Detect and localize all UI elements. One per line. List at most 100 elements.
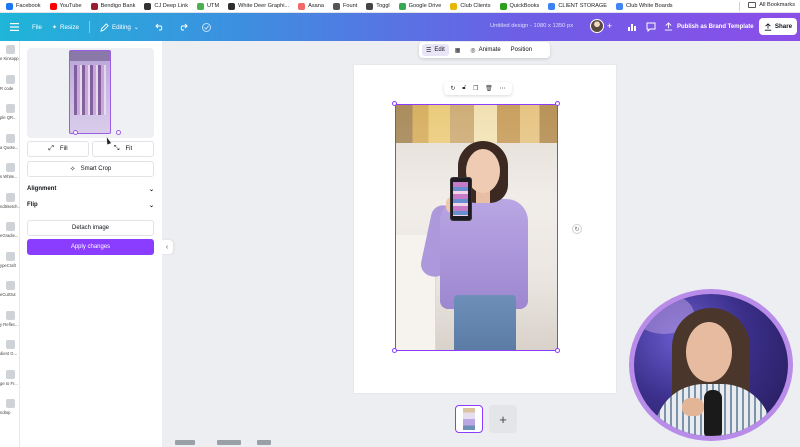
bookmark-item[interactable]: White Deer Graphi...: [228, 2, 289, 10]
sliders-icon: ☰: [426, 47, 432, 54]
edit-button[interactable]: ☰ Edit: [422, 44, 449, 56]
folder-icon: [748, 2, 757, 8]
bookmark-item[interactable]: Club White Boards: [615, 2, 673, 10]
add-collaborator-icon[interactable]: +: [607, 21, 612, 31]
position-button[interactable]: Position: [507, 44, 536, 56]
bookmark-item[interactable]: Asana: [298, 2, 324, 10]
timer-control[interactable]: [217, 440, 241, 445]
bottom-control[interactable]: [257, 440, 271, 445]
collapse-panel-button[interactable]: ‹: [161, 240, 173, 254]
rail-app-item[interactable]: eGradie...: [0, 222, 20, 238]
rail-app-label: a Quote...: [0, 144, 19, 150]
bookmark-item[interactable]: Facebook: [6, 2, 41, 10]
all-bookmarks-label: All Bookmarks: [759, 2, 795, 8]
bookmark-label: UTM: [207, 3, 220, 9]
rail-app-item[interactable]: ndtop: [0, 399, 20, 415]
file-label: File: [32, 23, 42, 31]
hamburger-icon: [10, 23, 19, 31]
file-menu[interactable]: File: [32, 24, 42, 31]
detach-image-button[interactable]: Detach image: [27, 220, 154, 236]
trash-icon[interactable]: 🗑︎: [485, 85, 493, 92]
cloud-save-status[interactable]: [201, 22, 215, 32]
lock-icon[interactable]: 🔓︎: [462, 85, 466, 92]
page-thumbnail[interactable]: [455, 405, 483, 433]
fill-button[interactable]: ⤢ Fill: [27, 141, 89, 157]
all-bookmarks[interactable]: All Bookmarks: [748, 2, 795, 8]
rail-app-item[interactable]: ypeCraft: [0, 251, 20, 268]
bookmark-favicon-icon: [90, 2, 98, 10]
app-icon: [5, 340, 15, 349]
chart-icon[interactable]: [626, 21, 638, 33]
bookmark-item[interactable]: Club Clients: [450, 2, 491, 10]
bookmark-favicon-icon: [398, 2, 406, 10]
crop-handle[interactable]: [116, 130, 121, 135]
bookmark-item[interactable]: CLIENT STORAGE: [548, 2, 607, 10]
crop-handle[interactable]: [73, 130, 78, 135]
comment-icon[interactable]: [645, 21, 657, 33]
apply-changes-button[interactable]: Apply changes: [27, 239, 154, 255]
rail-app-item[interactable]: ndSketch...: [0, 192, 20, 209]
bookmark-favicon-icon: [144, 2, 152, 10]
selection-handle[interactable]: [392, 348, 397, 353]
bookmark-label: QuickBooks: [509, 3, 540, 9]
editor-toolbar: File ✦ Resize Editing ⌄ Untitled design …: [0, 13, 800, 41]
selection-handle[interactable]: [555, 101, 560, 106]
rail-app-item[interactable]: eCutOut: [0, 281, 20, 297]
notes-control[interactable]: [175, 440, 195, 445]
bookmark-item[interactable]: UTM: [197, 2, 220, 10]
undo-button[interactable]: [155, 23, 168, 31]
bookmark-label: CJ Deep Link: [154, 3, 188, 9]
selection-handle[interactable]: [555, 348, 560, 353]
page-thumbnail-image: [463, 408, 475, 430]
rail-app-label: ndSketch...: [0, 203, 20, 209]
redo-button[interactable]: [178, 23, 191, 31]
avatar[interactable]: [590, 19, 604, 33]
selected-photo[interactable]: [395, 104, 558, 351]
crop-preview-image[interactable]: [69, 50, 111, 134]
rail-app-label: s White...: [0, 174, 18, 179]
bookmark-item[interactable]: Toggl: [366, 2, 390, 10]
bookmark-favicon-icon: [499, 2, 507, 10]
bookmark-favicon-icon: [332, 2, 340, 10]
animate-button[interactable]: ◎ Animate: [466, 44, 504, 56]
bookmark-item[interactable]: Fount: [332, 2, 357, 10]
bookmark-item[interactable]: CJ Deep Link: [144, 2, 188, 10]
rail-app-item[interactable]: ge to Fr...: [0, 369, 20, 386]
fit-button[interactable]: ⤡ Fit: [92, 141, 154, 157]
redo-icon: [180, 23, 188, 31]
alignment-label: Alignment: [27, 186, 57, 192]
editing-label: Editing: [111, 23, 131, 31]
app-icon: [5, 163, 15, 172]
rail-app-item[interactable]: e Kinsopp: [0, 45, 20, 61]
rotate-handle[interactable]: ↻: [572, 224, 582, 234]
duplicate-icon[interactable]: ❐: [473, 85, 478, 92]
photo-phone-screen: [453, 182, 468, 216]
transparency-button[interactable]: ▦: [451, 44, 465, 56]
rail-app-item[interactable]: s White...: [0, 163, 20, 179]
rail-app-item[interactable]: ple QR...: [0, 104, 20, 120]
menu-button[interactable]: [10, 23, 22, 31]
add-page-button[interactable]: +: [489, 405, 517, 433]
rail-app-item[interactable]: y Reflec...: [0, 310, 20, 327]
bookmark-favicon-icon: [49, 2, 57, 10]
bookmark-item[interactable]: Google Drive: [398, 2, 441, 10]
bookmark-item[interactable]: Bendigo Bank: [90, 2, 135, 10]
smart-crop-button[interactable]: ✧ Smart Crop: [27, 161, 154, 177]
bookmark-favicon-icon: [548, 2, 556, 10]
flip-accordion[interactable]: Flip ⌄: [27, 199, 154, 211]
rail-app-label: ndtop: [0, 410, 11, 415]
bookmark-item[interactable]: YouTube: [49, 2, 82, 10]
rotate-icon[interactable]: ↻: [450, 85, 455, 92]
bookmark-item[interactable]: QuickBooks: [499, 2, 540, 10]
rail-app-item[interactable]: R code: [0, 74, 20, 91]
share-button[interactable]: Share: [759, 18, 797, 35]
design-title[interactable]: Untitled design - 1080 x 1350 px: [490, 23, 573, 29]
rail-app-item[interactable]: dient G...: [0, 340, 20, 356]
alignment-accordion[interactable]: Alignment ⌄: [27, 183, 154, 195]
selection-handle[interactable]: [392, 101, 397, 106]
publish-brand-template-button[interactable]: Publish as Brand Template: [664, 19, 754, 34]
rail-app-item[interactable]: a Quote...: [0, 133, 20, 150]
more-icon[interactable]: ⋯: [500, 85, 506, 92]
resize-button[interactable]: ✦ Resize: [52, 24, 79, 31]
editing-mode-dropdown[interactable]: Editing ⌄: [100, 22, 139, 32]
